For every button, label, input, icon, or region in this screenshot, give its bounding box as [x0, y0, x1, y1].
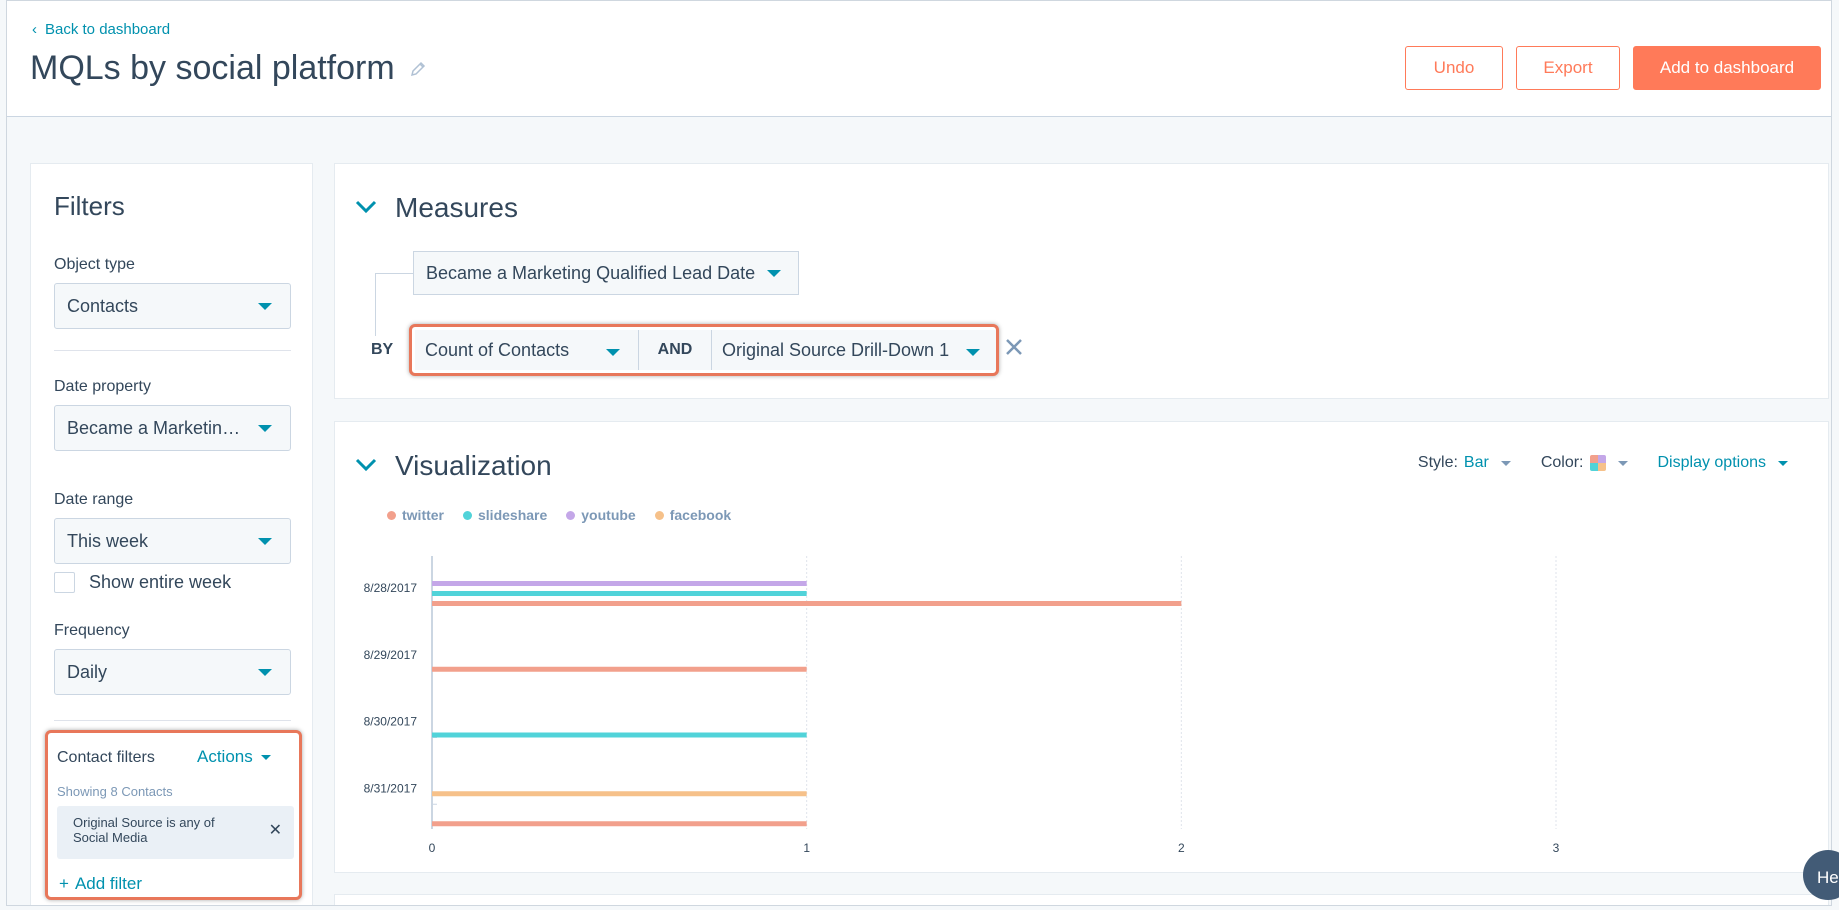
add-filter-label: Add filter	[74, 874, 143, 893]
actions-dropdown[interactable]: Actions	[197, 747, 271, 767]
caret-down-icon	[606, 349, 620, 356]
object-type-value: Contacts	[67, 295, 139, 316]
tree-connector	[375, 273, 413, 274]
bar-twitter	[432, 601, 1182, 606]
export-button[interactable]: Export	[1516, 46, 1620, 90]
bar-youtube	[432, 581, 807, 586]
bar-chart: 0 1 2 3 8/28/2017 8/29/2017 8/30/2017 8/31/2017	[364, 556, 1560, 855]
contact-filters-section: Contact filters Actions Showing 8 Contac…	[45, 730, 302, 900]
source-measure-value: Original Source Drill-Down 1	[722, 339, 950, 360]
measures-card: Measures Became a Marketing Qualified Le…	[334, 163, 1829, 399]
divider	[54, 720, 291, 721]
count-measure-value: Count of Contacts	[425, 339, 570, 360]
chevron-down-icon[interactable]	[355, 200, 377, 214]
next-card-edge	[334, 894, 1829, 905]
frequency-select[interactable]: Daily	[54, 649, 291, 695]
close-icon[interactable]: ✕	[269, 823, 282, 839]
filters-title: Filters	[54, 191, 125, 221]
tree-connector	[375, 273, 376, 336]
caret-down-icon	[258, 303, 272, 310]
y-tick-label: 8/30/2017	[364, 715, 418, 729]
caret-down-icon	[258, 425, 272, 432]
bar-twitter	[432, 666, 807, 672]
date-measure-value: Became a Marketing Qualified Lead Date	[426, 262, 756, 283]
plus-icon: +	[59, 874, 69, 893]
bar-twitter	[432, 821, 807, 827]
showing-count: Showing 8 Contacts	[57, 784, 173, 799]
frequency-label: Frequency	[54, 622, 130, 639]
undo-button[interactable]: Undo	[1405, 46, 1503, 90]
back-to-dashboard-link[interactable]: ‹ Back to dashboard	[32, 21, 170, 38]
bar-slideshare	[432, 591, 807, 596]
back-link-label: Back to dashboard	[45, 21, 171, 38]
and-label: AND	[639, 330, 712, 370]
app-frame: ‹ Back to dashboard MQLs by social platf…	[6, 0, 1832, 906]
filters-panel: Filters Object type Contacts Date proper…	[30, 163, 313, 905]
close-icon[interactable]	[1003, 336, 1025, 358]
caret-down-icon	[260, 754, 271, 760]
y-tick-label: 8/28/2017	[364, 581, 418, 595]
visualization-card: Visualization Style: Bar Color: Display …	[334, 421, 1829, 873]
show-entire-week-checkbox[interactable]	[54, 572, 75, 593]
x-tick-label: 2	[1178, 841, 1185, 855]
object-type-select[interactable]: Contacts	[54, 283, 291, 329]
caret-down-icon	[258, 669, 272, 676]
page-title-text: MQLs by social platform	[30, 49, 395, 87]
x-tick-label: 0	[429, 841, 436, 855]
x-tick-label: 1	[803, 841, 810, 855]
count-measure-select[interactable]: Count of Contacts	[415, 330, 639, 370]
date-property-value: Became a Marketing Qualified Lead Date	[67, 417, 248, 438]
add-to-dashboard-button[interactable]: Add to dashboard	[1633, 46, 1821, 90]
pencil-icon[interactable]	[409, 60, 427, 78]
filter-chip-line1: Original Source is any of	[73, 815, 215, 830]
frequency-value: Daily	[67, 661, 108, 682]
contact-filters-title: Contact filters	[57, 749, 155, 766]
actions-label: Actions	[197, 747, 253, 766]
caret-down-icon	[966, 349, 980, 356]
source-measure-select[interactable]: Original Source Drill-Down 1	[712, 330, 996, 370]
date-range-label: Date range	[54, 491, 134, 508]
page-header: ‹ Back to dashboard MQLs by social platf…	[7, 1, 1831, 117]
show-entire-week-checkbox-row[interactable]: Show entire week	[54, 572, 231, 593]
object-type-label: Object type	[54, 256, 135, 273]
measure-group: Count of Contacts AND Original Source Dr…	[409, 324, 999, 376]
by-label: BY	[371, 341, 394, 358]
divider	[54, 350, 291, 351]
x-tick-label: 3	[1553, 841, 1560, 855]
y-tick-label: 8/29/2017	[364, 648, 418, 662]
caret-down-icon	[258, 538, 272, 545]
y-tick-label: 8/31/2017	[364, 781, 418, 795]
bar-slideshare	[432, 732, 807, 738]
add-filter-button[interactable]: + Add filter	[59, 874, 142, 894]
date-range-value: This week	[67, 530, 149, 551]
date-measure-select[interactable]: Became a Marketing Qualified Lead Date	[413, 251, 799, 295]
chevron-left-icon: ‹	[32, 21, 37, 38]
caret-down-icon	[767, 269, 782, 277]
date-property-label: Date property	[54, 378, 151, 395]
show-entire-week-label: Show entire week	[89, 572, 232, 592]
date-range-select[interactable]: This week	[54, 518, 291, 564]
page-title: MQLs by social platform	[30, 49, 427, 88]
filter-chip[interactable]: Original Source is any of Social Media ✕	[57, 806, 294, 859]
measures-title: Measures	[395, 192, 518, 223]
bar-facebook	[432, 791, 807, 797]
date-property-select[interactable]: Became a Marketing Qualified Lead Date	[54, 405, 291, 451]
filter-chip-line2: Social Media	[73, 830, 148, 845]
